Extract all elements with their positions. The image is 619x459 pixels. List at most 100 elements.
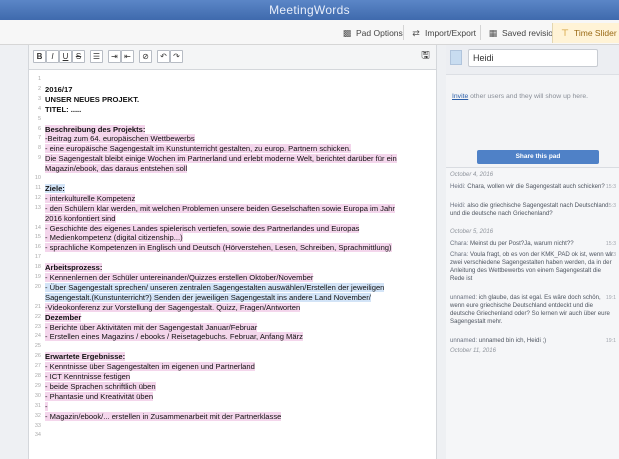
editor-line[interactable]: 31- <box>29 401 436 411</box>
editor-line[interactable]: 3 UNSER NEUES PROJEKT. <box>29 95 436 104</box>
line-number: 21 <box>34 303 41 310</box>
editor-line[interactable]: 10 <box>29 174 436 183</box>
line-text: TITEL: ..... <box>45 104 82 114</box>
line-number: 8 <box>37 145 41 152</box>
editor-line[interactable]: 33 <box>29 422 436 431</box>
chat-date-divider: October 11, 2016 <box>450 348 496 354</box>
editor-line[interactable]: 18 Arbeitsprozess: <box>29 263 436 273</box>
line-text: - beide Sprachen schriftlich üben <box>45 381 156 391</box>
editor-line[interactable]: 26 Erwartete Ergebnisse: <box>29 352 436 362</box>
editor-line[interactable]: 14 - Geschichte des eigenes Landes spiele… <box>29 223 436 233</box>
line-number: 14 <box>34 224 41 231</box>
editor-toolbar: B I U S ☰ ⇥ ⇤ ⊘ ↶ ↷ 🖫 <box>28 45 437 70</box>
editor-line[interactable]: Magazin/ebook, das daraus entstehen soll <box>29 164 436 174</box>
editor-line[interactable]: 6 Beschreibung des Projekts: <box>29 124 436 134</box>
line-number: 3 <box>37 95 41 102</box>
editor-line[interactable]: 34 <box>29 431 436 440</box>
chat-time: 15:3 <box>605 252 616 258</box>
editor-line[interactable]: 29 - beide Sprachen schriftlich üben <box>29 381 436 391</box>
editor-line[interactable]: 19 - Kennenlernen der Schüler untereinand… <box>29 273 436 282</box>
line-number: 2 <box>37 85 41 92</box>
username-input[interactable]: Heidi <box>468 49 598 67</box>
line-number: 33 <box>34 422 41 429</box>
line-number: 25 <box>34 343 41 350</box>
line-text: - den Schülern klar werden, mit welchen … <box>45 203 395 213</box>
line-number: 4 <box>37 105 41 112</box>
line-text: -Videokonferenz zur Vorstellung der Sage… <box>45 302 301 312</box>
chat-author: unnamed: <box>450 337 478 344</box>
editor-line[interactable]: 30 - Phantasie und Kreativität üben <box>29 391 436 401</box>
editor-line[interactable]: 32 - Magazin/ebook/... erstellen in Zusam… <box>29 411 436 421</box>
chat-text: also die griechische Sagengestalt nach D… <box>450 202 609 217</box>
editor-line[interactable]: 7 -Beitrag zum 64. europäischen Wettbewer… <box>29 134 436 144</box>
time-slider-icon: ⊤ <box>561 28 569 38</box>
editor-line[interactable]: 28 - ICT Kenntnisse festigen <box>29 372 436 381</box>
indent-icon[interactable]: ⇥ <box>108 50 121 63</box>
line-number: 34 <box>34 432 41 439</box>
chat-time: 19:1 <box>605 338 616 344</box>
pad-editor[interactable]: 1 2 2016/17 3 UNSER NEUES PROJEKT. 4 TITEL: ..… <box>28 70 437 459</box>
time-slider-button[interactable]: ⊤ Time Slider <box>552 23 619 43</box>
editor-line[interactable]: 20 - Über Sagengestalt sprechen/ unseren … <box>29 282 436 292</box>
editor-line[interactable]: 27 - Kenntnisse über Sagengestalten im ei… <box>29 362 436 372</box>
editor-line[interactable]: 13 - den Schülern klar werden, mit welche… <box>29 203 436 213</box>
invite-link[interactable]: Invite <box>452 93 468 100</box>
editor-line[interactable]: 17 <box>29 253 436 262</box>
user-color-swatch[interactable] <box>450 50 462 65</box>
share-pad-button[interactable]: Share this pad <box>477 150 599 164</box>
chat-text: Voula fragt, ob es von der KMK_PAD ok is… <box>450 251 614 282</box>
editor-line[interactable]: 22 Dezember <box>29 312 436 322</box>
import-export-button[interactable]: ⇄ Import/Export <box>404 24 482 42</box>
clear-authorship-icon[interactable]: ⊘ <box>139 50 152 63</box>
chat-message: Heidi: Chara, wollen wir die Sagengestal… <box>450 183 616 191</box>
editor-line[interactable]: 8 - eine europäische Sagengestalt im Kuns… <box>29 144 436 154</box>
line-number: 32 <box>34 412 41 419</box>
editor-line[interactable]: 2016 konfontiert sind <box>29 213 436 223</box>
line-text: Erwartete Ergebnisse: <box>45 352 126 362</box>
line-number: 19 <box>34 274 41 280</box>
chat-text: Chara, wollen wir die Sagengestalt auch … <box>465 183 605 190</box>
editor-line[interactable]: 1 <box>29 75 436 84</box>
editor-line[interactable]: 23 - Berichte über Aktivitäten mit der Sa… <box>29 322 436 332</box>
editor-line[interactable]: 15 - Medienkompetenz (digital citizenship… <box>29 233 436 243</box>
line-text: Magazin/ebook, das daraus entstehen soll <box>45 164 188 174</box>
editor-line[interactable]: 16 - sprachliche Kompetenzen in Englisch … <box>29 243 436 253</box>
unordered-list-icon[interactable]: ☰ <box>90 50 103 63</box>
chat-message: unnamed: unnamed bin ich, Heidi ;) 19:1 <box>450 337 616 345</box>
document-icon: ▩ <box>342 28 352 38</box>
pad-options-button[interactable]: ▩ Pad Options <box>335 24 409 42</box>
chat-text: unnamed bin ich, Heidi ;) <box>477 337 547 344</box>
current-user-row: Heidi <box>446 45 619 75</box>
underline-button[interactable]: U <box>59 50 72 63</box>
editor-line[interactable]: 9 Die Sagengestalt bleibt einige Wochen i… <box>29 154 436 164</box>
save-revision-icon[interactable]: 🖫 <box>419 50 432 63</box>
editor-line[interactable]: 12 - interkulturelle Kompetenz <box>29 193 436 203</box>
undo-icon[interactable]: ↶ <box>157 50 170 63</box>
line-number: 12 <box>34 194 41 201</box>
editor-line[interactable]: 5 <box>29 115 436 124</box>
editor-line[interactable]: 2 2016/17 <box>29 85 436 94</box>
redo-icon[interactable]: ↷ <box>170 50 183 63</box>
chat-time: 15:3 <box>605 203 616 209</box>
line-text: - eine europäische Sagengestalt im Kunst… <box>45 144 352 154</box>
outdent-icon[interactable]: ⇤ <box>121 50 134 63</box>
line-text: - interkulturelle Kompetenz <box>45 193 136 203</box>
editor-line[interactable]: 25 <box>29 342 436 351</box>
app-title: MeetingWords <box>269 3 350 17</box>
line-text: Dezember <box>45 312 82 322</box>
editor-line[interactable]: 24 - Erstellen eines Magazins / ebooks / … <box>29 332 436 342</box>
bold-button[interactable]: B <box>33 50 46 63</box>
editor-line[interactable]: 4 TITEL: ..... <box>29 104 436 114</box>
line-number: 6 <box>37 125 41 132</box>
line-text: - Phantasie und Kreativität üben <box>45 391 154 401</box>
italic-button[interactable]: I <box>46 50 59 63</box>
line-number: 10 <box>34 175 41 181</box>
users-and-chat-sidebar: Heidi Invite other users and they will s… <box>446 45 619 459</box>
chat-text: Meinst du per Post?Ja, warum nicht?? <box>468 240 574 247</box>
editor-line[interactable]: Sagengestalt.(Kunstunterricht?) Senden d… <box>29 292 436 302</box>
strikethrough-button[interactable]: S <box>72 50 85 63</box>
line-text: - Kennenlernen der Schüler untereinander… <box>45 273 314 282</box>
line-text: 2016 konfontiert sind <box>45 213 116 223</box>
editor-line[interactable]: 11 Ziele: <box>29 183 436 193</box>
editor-line[interactable]: 21 -Videokonferenz zur Vorstellung der Sa… <box>29 302 436 312</box>
